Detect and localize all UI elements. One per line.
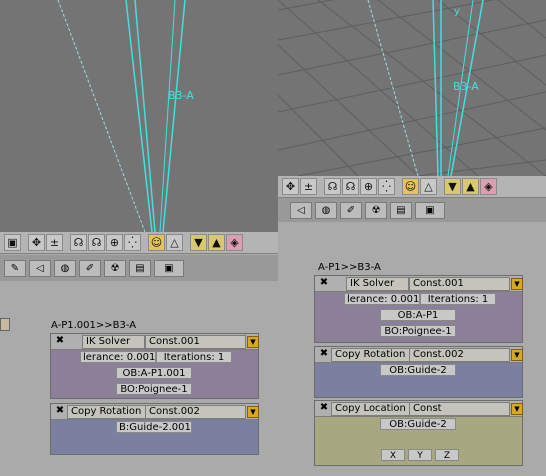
viewport-left[interactable]: B3-A	[0, 0, 278, 232]
target-bone-field[interactable]: BO:Poignee-1	[116, 383, 192, 395]
render-tab-icon[interactable]: ▣	[415, 201, 445, 219]
constraint-type-label: Copy Rotation	[331, 348, 411, 362]
constraint-name-field[interactable]: Const.001	[145, 335, 246, 349]
rotate-icon[interactable]: ☊	[88, 234, 105, 251]
mirror-icon[interactable]: △	[166, 234, 183, 251]
cone-icon[interactable]: ◈	[226, 234, 243, 251]
viewport-right[interactable]: y B3-A	[278, 0, 546, 176]
target-field[interactable]: B:Guide-2.001	[116, 421, 192, 433]
world-tab-icon[interactable]: ◍	[315, 201, 337, 219]
delete-constraint-icon[interactable]: ✖	[54, 335, 66, 347]
axis-y-toggle[interactable]: Y	[408, 449, 432, 461]
snap-icon[interactable]: ⁛	[378, 178, 395, 195]
target-bone-field[interactable]: BO:Poignee-1	[380, 325, 456, 337]
constraint-type-label: IK Solver	[82, 335, 145, 349]
constraint-name-field[interactable]: Const.001	[409, 277, 510, 291]
sphere-icon[interactable]: ⊕	[360, 178, 377, 195]
constraint-type-label: Copy Location	[331, 402, 411, 416]
physics-tab-icon[interactable]: ☢	[365, 201, 387, 219]
cube-icon[interactable]: ▣	[4, 234, 21, 251]
snap-icon[interactable]: ⁛	[124, 234, 141, 251]
rotate-icon[interactable]: ☊	[70, 234, 87, 251]
buttons-header-left: ✎ ◁ ◍ ✐ ☢ ▤ ▣	[0, 255, 278, 281]
ik-solver-constraint: ✖ IK Solver Const.001 ▼ lerance: 0.001 I…	[50, 333, 259, 399]
collapse-icon[interactable]: ▼	[511, 349, 523, 361]
tolerance-field[interactable]: lerance: 0.001	[344, 293, 420, 305]
buttons-header-right: ◁ ◍ ✐ ☢ ▤ ▣	[278, 198, 546, 222]
sound-tab-icon[interactable]: ◁	[29, 259, 51, 277]
sphere-icon[interactable]: ⊕	[106, 234, 123, 251]
delete-constraint-icon[interactable]: ✖	[318, 348, 330, 360]
scripts-tab-icon[interactable]: ▤	[390, 201, 412, 219]
axis-x-toggle[interactable]: X	[381, 449, 405, 461]
proportional-icon[interactable]: ☺	[148, 234, 165, 251]
tolerance-field[interactable]: lerance: 0.001	[80, 351, 156, 363]
rotate-icon[interactable]: ☊	[324, 178, 341, 195]
mirror-icon[interactable]: △	[420, 178, 437, 195]
constraint-type-label: Copy Rotation	[67, 405, 147, 419]
constraint-name-field[interactable]: Const.002	[145, 405, 246, 419]
proportional-icon[interactable]: ☺	[402, 178, 419, 195]
target-object-field[interactable]: OB:A-P1	[380, 309, 456, 321]
delete-constraint-icon[interactable]: ✖	[54, 405, 66, 417]
rotate-icon[interactable]: ☊	[342, 178, 359, 195]
pin-icon[interactable]: ▼	[190, 234, 207, 251]
target-object-field[interactable]: OB:A-P1.001	[116, 367, 192, 379]
collapse-icon[interactable]: ▼	[247, 406, 259, 418]
cone-icon[interactable]: ◈	[480, 178, 497, 195]
up-icon[interactable]: ▲	[462, 178, 479, 195]
delete-constraint-icon[interactable]: ✖	[318, 402, 330, 414]
constraint-panel-title: A-P1.001>>B3-A	[51, 320, 137, 331]
up-icon[interactable]: ▲	[208, 234, 225, 251]
constraint-name-field[interactable]: Const.002	[409, 348, 510, 362]
constraint-type-label: IK Solver	[346, 277, 409, 291]
axis-z-toggle[interactable]: Z	[435, 449, 459, 461]
panel-stub-button[interactable]	[0, 318, 10, 331]
move-icon[interactable]: ✥	[28, 234, 45, 251]
physics-tab-icon[interactable]: ☢	[104, 259, 126, 277]
move-icon[interactable]: ✥	[282, 178, 299, 195]
delete-constraint-icon[interactable]: ✖	[318, 277, 330, 289]
edit-tab-icon[interactable]: ✐	[79, 259, 101, 277]
collapse-icon[interactable]: ▼	[511, 403, 523, 415]
copy-rotation-constraint: ✖ Copy Rotation Const.002 ▼ OB:Guide-2	[314, 346, 523, 398]
scale-icon[interactable]: ±	[300, 178, 317, 195]
world-tab-icon[interactable]: ◍	[54, 259, 76, 277]
render-tab-icon[interactable]: ▣	[154, 259, 184, 277]
viewport-right-header: ✥ ± ☊ ☊ ⊕ ⁛ ☺ △ ▼ ▲ ◈	[278, 176, 546, 198]
target-field[interactable]: OB:Guide-2	[380, 364, 456, 376]
object-tab-icon[interactable]: ✎	[4, 259, 26, 277]
copy-location-constraint: ✖ Copy Location Const ▼ OB:Guide-2 X Y Z	[314, 400, 523, 466]
viewport-left-canvas	[57, 0, 186, 232]
copy-rotation-constraint: ✖ Copy Rotation Const.002 ▼ B:Guide-2.00…	[50, 403, 259, 455]
constraint-panel-title: A-P1>>B3-A	[318, 262, 381, 273]
axis-label: y	[454, 6, 460, 17]
scripts-tab-icon[interactable]: ▤	[129, 259, 151, 277]
collapse-icon[interactable]: ▼	[247, 336, 259, 348]
bone-label: B3-A	[453, 80, 479, 93]
scale-icon[interactable]: ±	[46, 234, 63, 251]
viewport-right-grid	[278, 0, 546, 176]
iterations-field[interactable]: Iterations: 1	[420, 293, 496, 305]
pin-icon[interactable]: ▼	[444, 178, 461, 195]
iterations-field[interactable]: Iterations: 1	[156, 351, 232, 363]
bone-label: B3-A	[168, 89, 194, 102]
target-field[interactable]: OB:Guide-2	[380, 418, 456, 430]
constraint-name-field[interactable]: Const	[409, 402, 510, 416]
edit-tab-icon[interactable]: ✐	[340, 201, 362, 219]
collapse-icon[interactable]: ▼	[511, 278, 523, 290]
sound-tab-icon[interactable]: ◁	[290, 201, 312, 219]
ik-solver-constraint: ✖ IK Solver Const.001 ▼ lerance: 0.001 I…	[314, 275, 523, 343]
viewport-left-header: ▣ ✥ ± ☊ ☊ ⊕ ⁛ ☺ △ ▼ ▲ ◈	[0, 232, 278, 254]
